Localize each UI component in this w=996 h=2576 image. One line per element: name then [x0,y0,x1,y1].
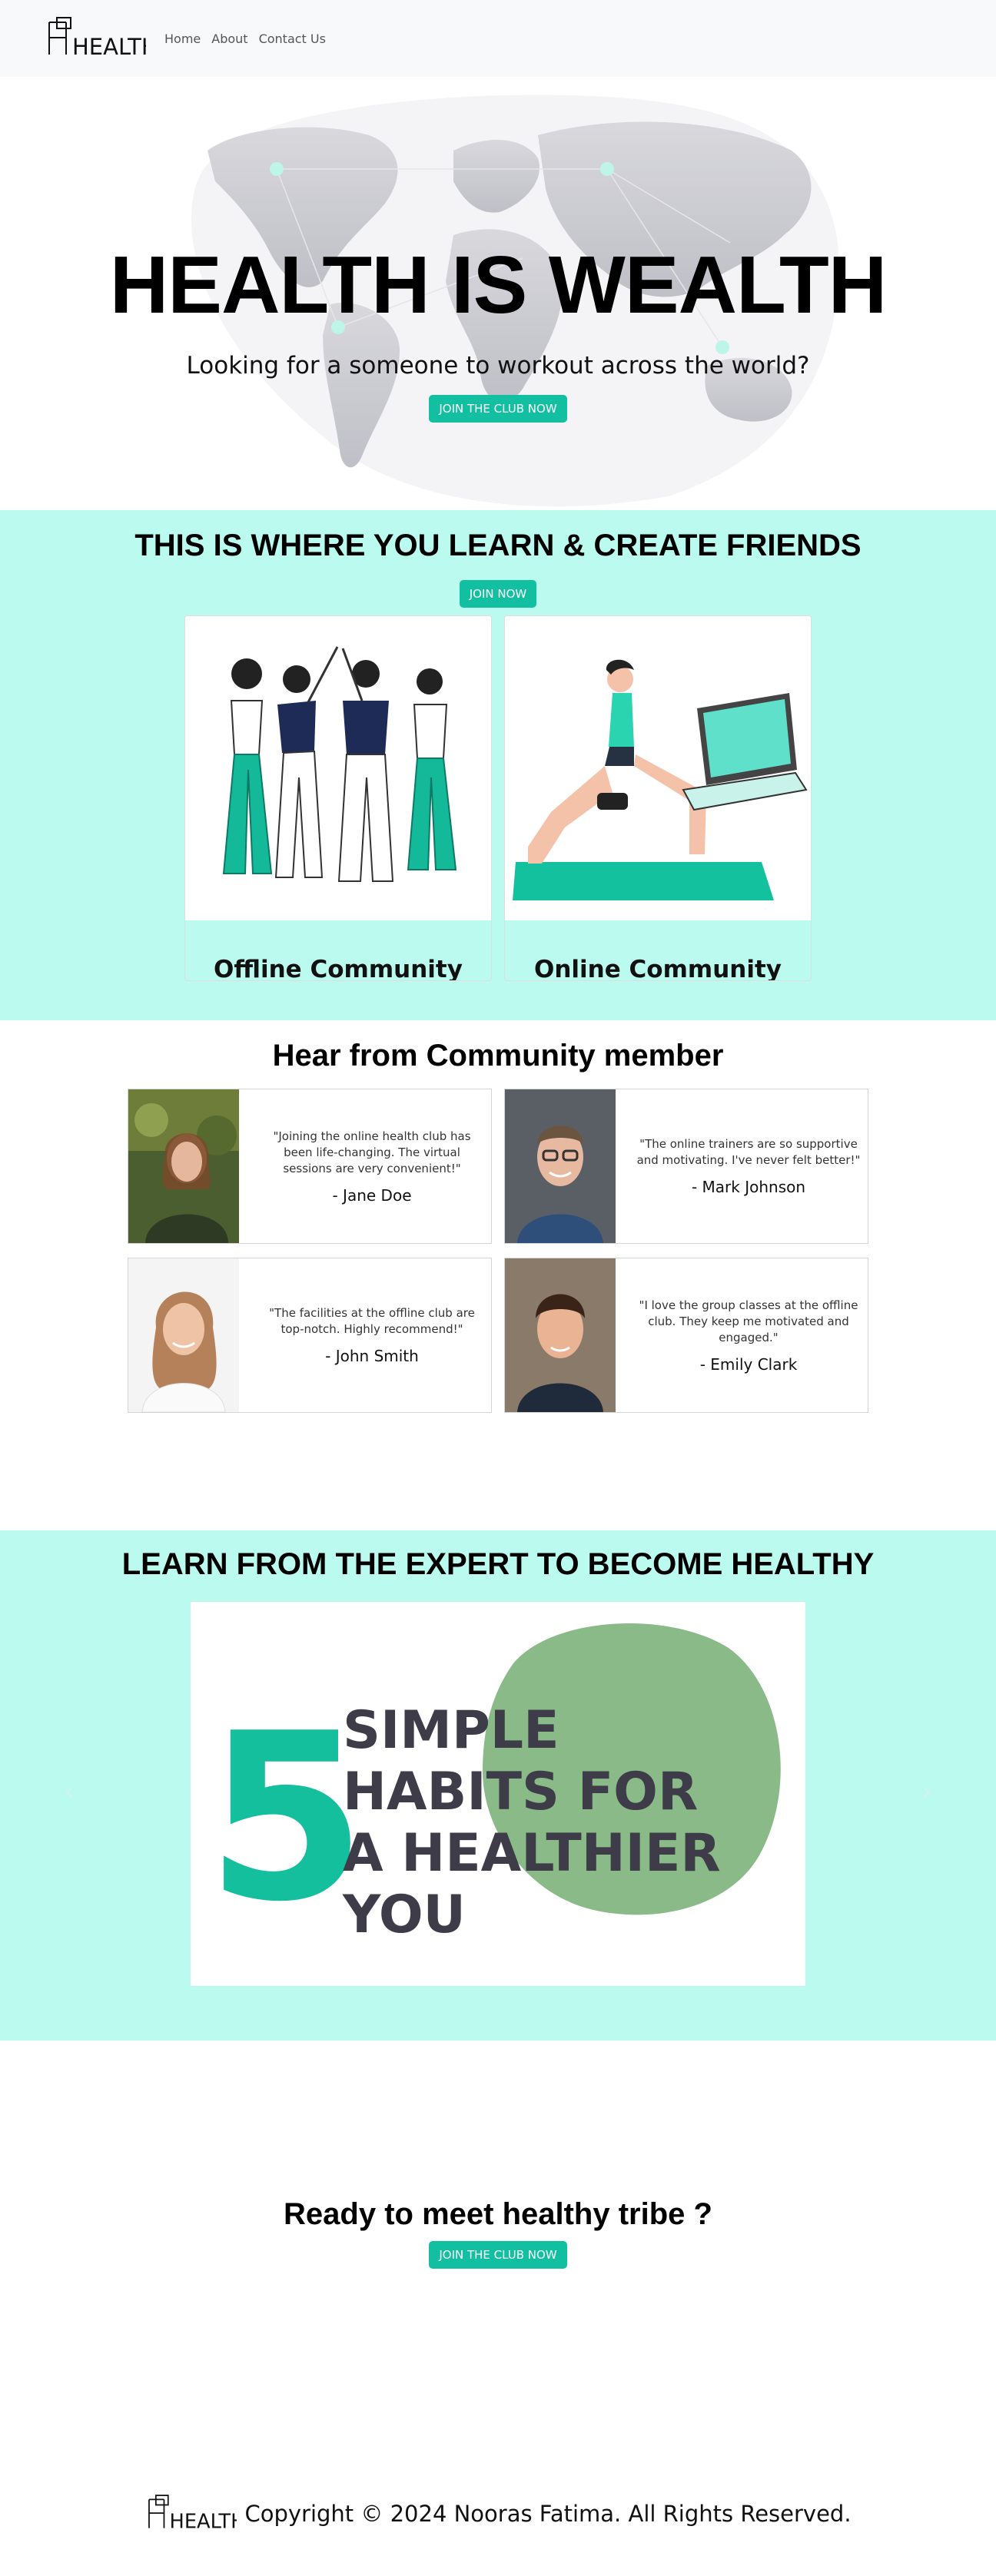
nav-links: Home About Contact Us [164,31,326,46]
avatar-jane-doe [128,1089,239,1243]
habits-carousel[interactable]: ‹ 5 SIMPLE HABITS FOR A HEALTHIER YOU › [0,1602,996,1986]
community-cards: Offline Community Online Community [0,615,996,981]
testimonials-title: Hear from Community member [272,1039,724,1073]
testimonial-quote: "The online trainers are so supportive a… [636,1137,861,1167]
slide-line-2: HABITS FOR [343,1762,698,1822]
card-title-offline: Offline Community [214,956,463,981]
friends-section: THIS IS WHERE YOU LEARN & CREATE FRIENDS… [0,510,996,1020]
carousel-slide: 5 SIMPLE HABITS FOR A HEALTHIER YOU [191,1602,805,1986]
card-title-online: Online Community [533,956,782,981]
health-logo-icon: HEALTH [48,17,146,60]
testimonial-body: "Joining the online health club has been… [239,1089,491,1243]
hero-section: HEALTH IS WEALTH Looking for a someone t… [0,77,996,510]
slide-line-3: A HEALTHIER [343,1823,721,1884]
hero-content: HEALTH IS WEALTH Looking for a someone t… [0,244,996,423]
testimonials-section: Hear from Community member "Joining the … [0,1020,996,1530]
hero-title: HEALTH IS WEALTH [109,240,888,330]
cta-title: Ready to meet healthy tribe ? [284,2197,712,2231]
cta-section: Ready to meet healthy tribe ? JOIN THE C… [0,2041,996,2475]
testimonial-body: "The facilities at the offline club are … [239,1258,491,1412]
navbar: HEALTH Home About Contact Us [0,0,996,77]
testimonial-card: "The online trainers are so supportive a… [504,1089,868,1244]
slide-line-1: SIMPLE [343,1700,559,1761]
testimonial-name: - Mark Johnson [691,1178,806,1196]
expert-title: LEARN FROM THE EXPERT TO BECOME HEALTHY [121,1547,875,1581]
testimonial-card: "Joining the online health club has been… [128,1089,492,1244]
nav-link-about[interactable]: About [211,31,247,46]
carousel-next-icon[interactable]: › [922,1779,931,1805]
card-online-community[interactable]: Online Community [504,615,812,981]
testimonial-name: - Jane Doe [332,1185,412,1205]
friends-title: THIS IS WHERE YOU LEARN & CREATE FRIENDS [134,529,862,562]
testimonial-grid: "Joining the online health club has been… [0,1089,996,1413]
group-high-five-illustration [185,616,491,920]
footer-health-logo-icon: HEALTH [148,2495,237,2534]
testimonial-quote: "I love the group classes at the offline… [639,1298,858,1344]
testimonial-name: - Emily Clark [699,1354,798,1374]
join-now-button[interactable]: JOIN NOW [459,580,537,608]
footer-logo-text: HEALTH [170,2511,237,2534]
brand-logo[interactable]: HEALTH [46,12,146,65]
testimonial-quote: "Joining the online health club has been… [273,1129,471,1175]
expert-section: LEARN FROM THE EXPERT TO BECOME HEALTHY … [0,1530,996,2041]
testimonial-card: "I love the group classes at the offline… [504,1258,868,1413]
join-club-button[interactable]: JOIN THE CLUB NOW [429,395,567,423]
slide-line-4: YOU [342,1885,466,1945]
testimonial-name: - John Smith [325,1347,419,1365]
hero-subtitle: Looking for a someone to workout across … [186,352,810,380]
carousel-prev-icon[interactable]: ‹ [65,1779,74,1805]
avatar-john-smith [128,1258,239,1412]
copyright-text: Copyright © 2024 Nooras Fatima. All Righ… [244,2501,852,2527]
avatar-emily-clark [505,1258,616,1412]
testimonial-card: "The facilities at the offline club are … [128,1258,492,1413]
habits-slide-image: 5 SIMPLE HABITS FOR A HEALTHIER YOU [191,1602,805,1986]
nav-link-home[interactable]: Home [164,31,201,46]
cta-join-club-button[interactable]: JOIN THE CLUB NOW [429,2241,567,2269]
logo-text: HEALTH [72,34,146,60]
card-offline-community[interactable]: Offline Community [184,615,492,981]
testimonial-body: "I love the group classes at the offline… [616,1258,868,1412]
testimonial-body: "The online trainers are so supportive a… [616,1089,868,1243]
avatar-mark-johnson [505,1089,616,1243]
footer: HEALTH Copyright © 2024 Nooras Fatima. A… [0,2475,996,2552]
testimonial-quote: "The facilities at the offline club are … [269,1306,475,1336]
woman-lunge-laptop-illustration [505,616,811,920]
nav-link-contact[interactable]: Contact Us [259,31,326,46]
